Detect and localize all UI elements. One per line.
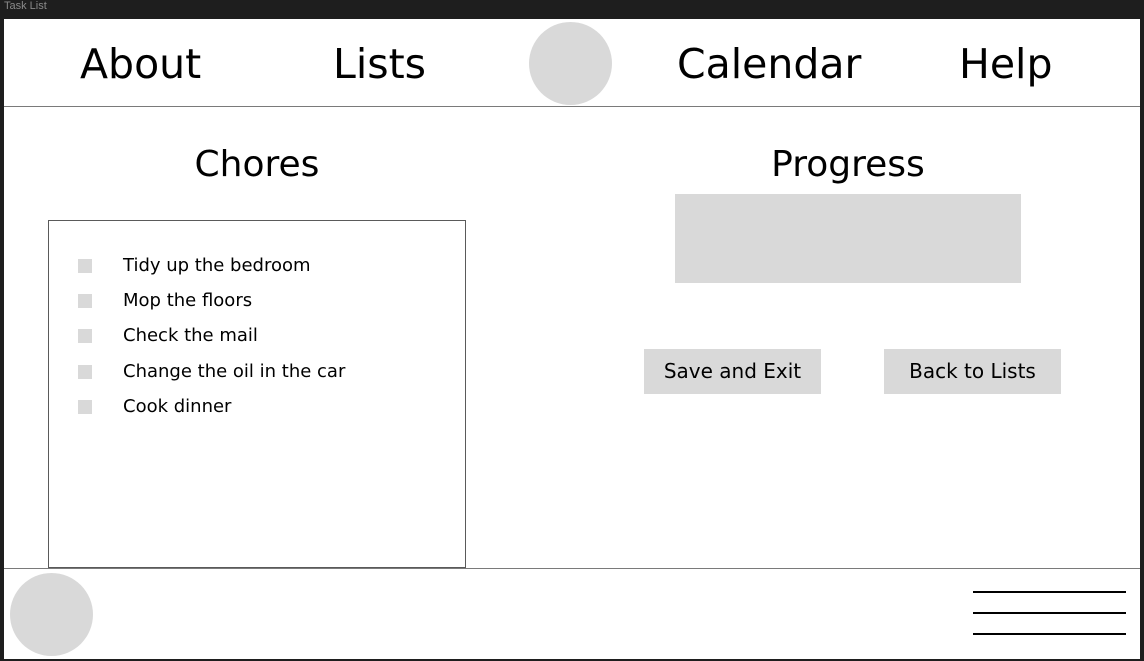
menu-line [973, 633, 1126, 635]
chore-list-item[interactable]: Cook dinner [77, 395, 457, 419]
chore-label: Tidy up the bedroom [123, 255, 311, 276]
chore-checkbox[interactable] [78, 365, 92, 379]
chore-checkbox[interactable] [78, 294, 92, 308]
nav-about-link[interactable]: About [80, 39, 201, 89]
chore-label: Cook dinner [123, 396, 232, 417]
chore-label: Check the mail [123, 325, 258, 346]
menu-line [973, 591, 1126, 593]
save-and-exit-button[interactable]: Save and Exit [644, 349, 821, 394]
progress-heading: Progress [771, 144, 925, 185]
chore-list-item[interactable]: Change the oil in the car [77, 360, 457, 384]
logo-placeholder-icon[interactable] [529, 22, 612, 105]
chore-label: Mop the floors [123, 290, 253, 311]
menu-line [973, 612, 1126, 614]
chores-heading: Chores [194, 144, 320, 185]
nav-help-link[interactable]: Help [959, 39, 1052, 89]
nav-calendar-link[interactable]: Calendar [677, 39, 861, 89]
footer-bar [4, 568, 1140, 659]
top-nav-bar: About Lists Calendar Help [4, 19, 1140, 107]
chore-checkbox[interactable] [78, 329, 92, 343]
chore-list-item[interactable]: Check the mail [77, 324, 457, 348]
progress-bar-placeholder [675, 194, 1021, 283]
chore-checkbox[interactable] [78, 400, 92, 414]
user-avatar-icon[interactable] [10, 573, 93, 656]
hamburger-menu-icon[interactable] [973, 591, 1126, 635]
nav-lists-link[interactable]: Lists [333, 39, 426, 89]
chores-list-panel: Tidy up the bedroom Mop the floors Check… [48, 220, 466, 568]
back-to-lists-button[interactable]: Back to Lists [884, 349, 1061, 394]
chore-label: Change the oil in the car [123, 361, 346, 382]
chore-list-item[interactable]: Mop the floors [77, 289, 457, 313]
chore-checkbox[interactable] [78, 259, 92, 273]
chore-list-item[interactable]: Tidy up the bedroom [77, 254, 457, 278]
window-title: Task List [4, 0, 47, 12]
app-canvas: About Lists Calendar Help Chores Tidy up… [4, 19, 1140, 659]
